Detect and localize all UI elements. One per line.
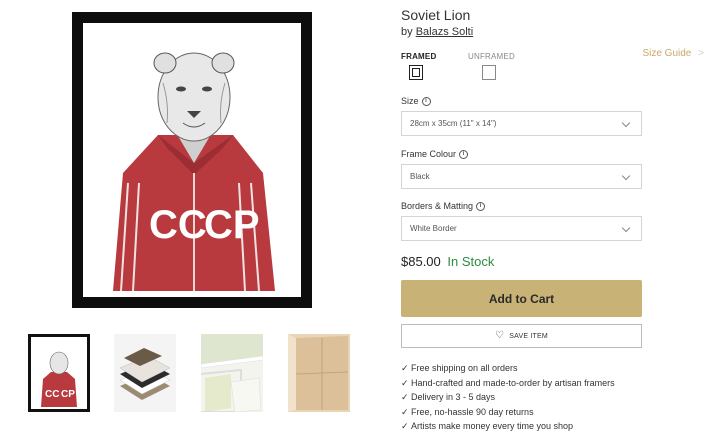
size-select[interactable]: 28cm x 35cm (11" x 14") [401, 111, 642, 136]
framed-option-label[interactable]: FRAMED [401, 52, 436, 61]
save-item-button[interactable]: ♡ SAVE ITEM [401, 324, 642, 348]
stock-status: In Stock [447, 254, 495, 269]
frame-colour-select-value: Black [410, 172, 430, 181]
chevron-right-icon: > [698, 48, 704, 59]
list-item: ✓ Free shipping on all orders [401, 361, 615, 376]
chevron-down-icon [621, 118, 631, 128]
unframed-option-label[interactable]: UNFRAMED [468, 52, 515, 61]
info-icon[interactable]: i [476, 201, 486, 211]
size-guide-label: Size Guide [642, 48, 692, 59]
unframed-option-icon[interactable] [482, 65, 496, 80]
features-list: ✓ Free shipping on all orders ✓ Hand-craft… [401, 361, 615, 434]
frame-colour-select[interactable]: Black [401, 164, 642, 189]
price: $85.00 [401, 254, 441, 269]
chevron-down-icon [621, 223, 631, 233]
thumbnail-frame-corners[interactable] [114, 334, 176, 412]
thumbnail-backing[interactable] [288, 334, 350, 412]
framed-option-icon[interactable] [409, 65, 423, 80]
check-icon: ✓ [401, 377, 409, 388]
artwork-letters-left: CC [149, 203, 207, 247]
list-item: ✓ Hand-crafted and made-to-order by artis… [401, 376, 615, 391]
list-item: ✓ Delivery in 3 - 5 days [401, 390, 615, 405]
chevron-down-icon [621, 171, 631, 181]
borders-select[interactable]: White Border [401, 216, 642, 241]
artist-line: by Balazs Solti [401, 26, 473, 38]
thumbnail-artwork[interactable]: CC CP [28, 334, 90, 412]
save-item-label: SAVE ITEM [509, 332, 548, 340]
svg-text:CP: CP [61, 389, 75, 400]
check-icon: ✓ [401, 363, 409, 373]
size-select-value: 28cm x 35cm (11" x 14") [410, 119, 497, 128]
artwork-illustration: CC CP [113, 52, 275, 292]
heart-icon: ♡ [495, 330, 505, 341]
thumbnail-matting[interactable] [201, 334, 263, 412]
artwork-mat: CC CP [83, 23, 301, 297]
main-product-image[interactable]: CC CP [72, 12, 312, 308]
artist-by-prefix: by [401, 26, 413, 38]
product-title: Soviet Lion [401, 7, 471, 23]
frame-colour-field-label: Frame Colour i [401, 149, 469, 159]
borders-select-value: White Border [410, 224, 457, 233]
check-icon: ✓ [401, 406, 409, 417]
check-icon: ✓ [401, 392, 409, 402]
size-guide-link[interactable]: Size Guide > [642, 48, 704, 59]
list-item: ✓ Artists make money every time you shop [401, 419, 615, 434]
artist-link[interactable]: Balazs Solti [416, 26, 473, 38]
thumbnail-gallery: CC CP [28, 334, 358, 412]
artwork-letters-right: CP [204, 203, 260, 247]
info-icon[interactable]: i [459, 149, 469, 159]
add-to-cart-button[interactable]: Add to Cart [401, 280, 642, 317]
list-item: ✓ Free, no-hassle 90 day returns [401, 405, 615, 420]
check-icon: ✓ [401, 421, 409, 431]
price-line: $85.00 In Stock [401, 254, 494, 269]
info-icon[interactable]: i [421, 96, 431, 106]
size-field-label: Size i [401, 96, 431, 106]
borders-field-label: Borders & Matting i [401, 201, 486, 211]
svg-text:CC: CC [45, 389, 59, 400]
